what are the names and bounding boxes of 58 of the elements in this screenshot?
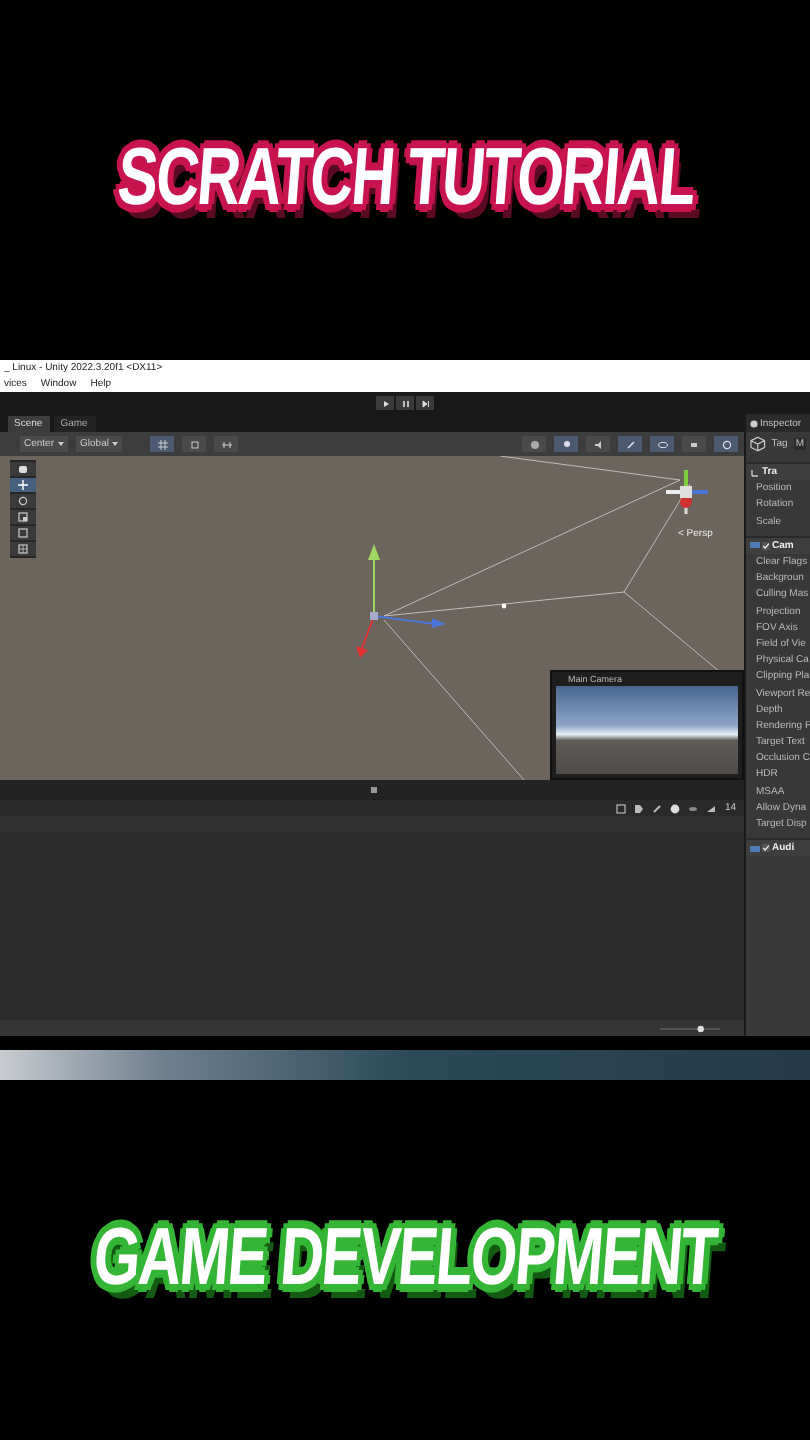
rect-icon [18,528,28,538]
speaker-icon [593,439,603,449]
step-icon [421,399,429,407]
globe-icon [721,439,731,449]
scene-tool[interactable] [10,462,36,476]
eye-icon[interactable] [688,803,699,813]
headline: GAME DEVELOPMENT [90,1214,720,1306]
play-icon [381,399,389,407]
square-icon [189,439,200,449]
scene-tool[interactable] [10,542,36,556]
rotate-icon [18,496,28,506]
grid-icon [157,439,168,449]
gizmos-button[interactable] [714,436,738,452]
pause-icon [401,399,409,407]
slider-thumb[interactable] [697,1024,704,1032]
play-button[interactable] [376,396,394,410]
filter-icon[interactable] [616,803,627,813]
enabled-checkbox[interactable] [762,541,770,550]
caret-icon [112,442,119,446]
headline: SCRATCH TUTORIAL [113,134,697,226]
camera-button[interactable] [682,436,706,452]
snap-button[interactable] [182,436,207,452]
scene-tool[interactable] [10,494,36,508]
transform-icon [18,544,28,554]
axes-icon [750,467,760,478]
component-icon [750,540,760,551]
layers-icon[interactable] [706,803,717,813]
scene-tool[interactable] [10,478,36,492]
scene-tool[interactable] [10,526,36,540]
eye-icon [657,439,667,449]
zoom-slider[interactable] [660,1023,720,1033]
caret-icon [58,442,65,446]
enabled-checkbox[interactable] [762,844,770,853]
resize-handle-icon[interactable] [370,786,378,794]
light-button[interactable] [554,436,578,452]
shading-button[interactable] [522,436,546,452]
ruler-icon [221,439,232,449]
hand-icon [18,464,28,474]
wand-icon [625,439,635,449]
grid-button[interactable] [150,436,175,452]
effects-button[interactable] [618,436,642,452]
increment-button[interactable] [214,436,239,452]
cube-icon [750,436,766,452]
step-button[interactable] [416,396,434,410]
info-icon [750,419,758,427]
info-icon[interactable] [670,803,681,813]
brush-icon[interactable] [652,803,663,813]
sphere-icon [529,439,539,449]
pause-button[interactable] [396,396,414,410]
scene-tool[interactable] [10,510,36,524]
bulb-icon [561,439,571,449]
scale-icon [18,512,28,522]
move-gizmo-drawing [356,544,446,658]
audio-button[interactable] [586,436,610,452]
component-icon [750,843,760,854]
pivot-point [501,603,507,609]
move-icon [18,480,28,490]
visibility-button[interactable] [650,436,674,452]
